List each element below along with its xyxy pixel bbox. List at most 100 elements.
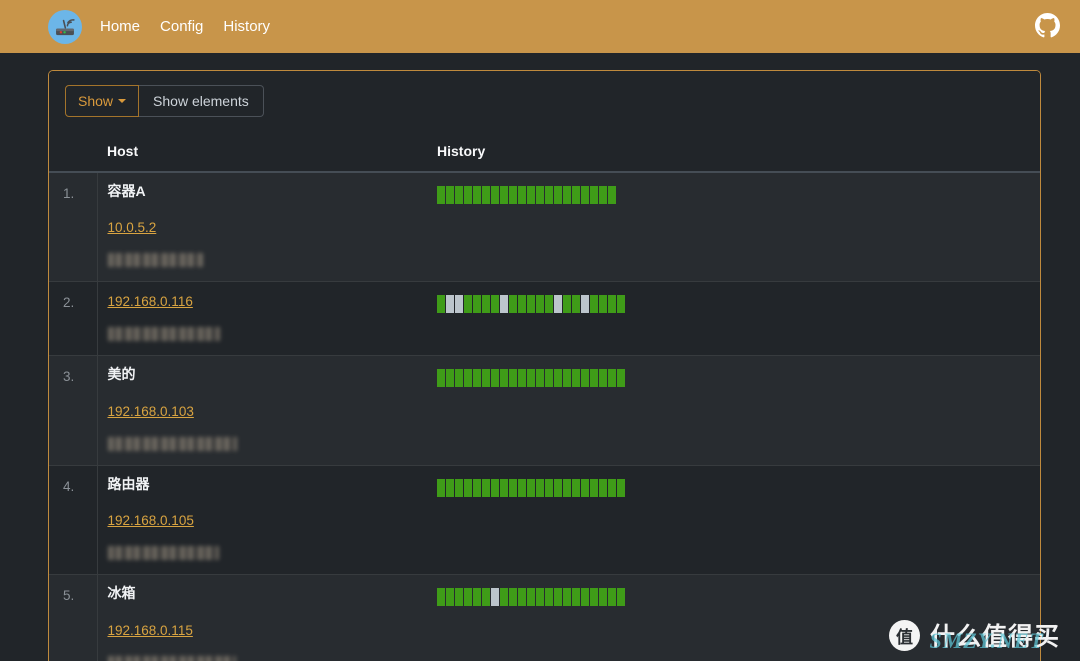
history-cell-up[interactable] xyxy=(527,369,535,387)
history-cell-up[interactable] xyxy=(590,479,598,497)
history-cell-up[interactable] xyxy=(455,186,463,204)
history-cell-up[interactable] xyxy=(491,369,499,387)
history-cell-up[interactable] xyxy=(482,295,490,313)
history-cell-unknown[interactable] xyxy=(554,295,562,313)
history-cell-up[interactable] xyxy=(482,479,490,497)
history-cell-up[interactable] xyxy=(509,369,517,387)
history-cell-up[interactable] xyxy=(464,295,472,313)
history-cell-up[interactable] xyxy=(590,186,598,204)
history-cell-up[interactable] xyxy=(572,369,580,387)
history-cell-up[interactable] xyxy=(437,369,445,387)
history-cell-up[interactable] xyxy=(437,295,445,313)
history-cell-up[interactable] xyxy=(509,295,517,313)
history-cell-up[interactable] xyxy=(617,588,625,606)
history-cell-up[interactable] xyxy=(464,369,472,387)
history-cell-up[interactable] xyxy=(518,186,526,204)
history-cell-up[interactable] xyxy=(464,479,472,497)
history-cell-unknown[interactable] xyxy=(455,295,463,313)
history-cell-up[interactable] xyxy=(527,479,535,497)
history-cell-up[interactable] xyxy=(446,186,454,204)
host-ip-link[interactable]: 10.0.5.2 xyxy=(108,220,157,235)
nav-link-history[interactable]: History xyxy=(223,19,270,34)
history-cell-up[interactable] xyxy=(509,588,517,606)
history-cell-up[interactable] xyxy=(500,186,508,204)
history-cell-up[interactable] xyxy=(437,588,445,606)
history-cell-unknown[interactable] xyxy=(581,295,589,313)
history-cell-up[interactable] xyxy=(617,369,625,387)
history-cell-up[interactable] xyxy=(608,479,616,497)
history-cell-up[interactable] xyxy=(554,479,562,497)
history-cell-up[interactable] xyxy=(572,479,580,497)
history-cell-up[interactable] xyxy=(518,295,526,313)
nav-link-home[interactable]: Home xyxy=(100,19,140,34)
history-cell-up[interactable] xyxy=(536,369,544,387)
history-cell-up[interactable] xyxy=(545,479,553,497)
history-cell-up[interactable] xyxy=(518,369,526,387)
history-cell-up[interactable] xyxy=(590,295,598,313)
history-cell-up[interactable] xyxy=(464,588,472,606)
history-cell-up[interactable] xyxy=(446,479,454,497)
history-cell-unknown[interactable] xyxy=(446,295,454,313)
host-ip-link[interactable]: 192.168.0.103 xyxy=(108,404,194,419)
history-cell-unknown[interactable] xyxy=(500,295,508,313)
router-wifi-icon[interactable] xyxy=(48,10,82,44)
history-cell-up[interactable] xyxy=(563,479,571,497)
history-cell-up[interactable] xyxy=(545,588,553,606)
nav-link-config[interactable]: Config xyxy=(160,19,203,34)
history-cell-up[interactable] xyxy=(581,588,589,606)
history-cell-up[interactable] xyxy=(482,369,490,387)
history-cell-up[interactable] xyxy=(491,186,499,204)
history-cell-up[interactable] xyxy=(500,369,508,387)
history-cell-up[interactable] xyxy=(473,479,481,497)
history-cell-up[interactable] xyxy=(446,369,454,387)
history-cell-up[interactable] xyxy=(527,295,535,313)
history-cell-up[interactable] xyxy=(473,186,481,204)
history-cell-up[interactable] xyxy=(545,186,553,204)
show-dropdown-button[interactable]: Show xyxy=(65,85,139,117)
history-cell-up[interactable] xyxy=(491,295,499,313)
history-cell-up[interactable] xyxy=(455,479,463,497)
history-cell-up[interactable] xyxy=(518,588,526,606)
history-cell-up[interactable] xyxy=(536,295,544,313)
history-cell-up[interactable] xyxy=(581,369,589,387)
history-cell-up[interactable] xyxy=(545,369,553,387)
history-cell-up[interactable] xyxy=(545,295,553,313)
history-cell-up[interactable] xyxy=(581,186,589,204)
history-cell-unknown[interactable] xyxy=(491,588,499,606)
history-cell-up[interactable] xyxy=(608,295,616,313)
history-cell-up[interactable] xyxy=(473,295,481,313)
history-cell-up[interactable] xyxy=(482,186,490,204)
history-cell-up[interactable] xyxy=(608,588,616,606)
history-cell-up[interactable] xyxy=(599,186,607,204)
history-cell-up[interactable] xyxy=(590,369,598,387)
history-cell-up[interactable] xyxy=(617,295,625,313)
history-cell-up[interactable] xyxy=(527,186,535,204)
host-ip-link[interactable]: 192.168.0.105 xyxy=(108,513,194,528)
history-cell-up[interactable] xyxy=(536,588,544,606)
history-cell-up[interactable] xyxy=(437,186,445,204)
history-cell-up[interactable] xyxy=(608,186,616,204)
history-cell-up[interactable] xyxy=(500,588,508,606)
history-cell-up[interactable] xyxy=(572,295,580,313)
history-cell-up[interactable] xyxy=(482,588,490,606)
history-cell-up[interactable] xyxy=(536,479,544,497)
history-cell-up[interactable] xyxy=(509,186,517,204)
history-cell-up[interactable] xyxy=(554,186,562,204)
history-cell-up[interactable] xyxy=(599,479,607,497)
show-elements-button[interactable]: Show elements xyxy=(139,85,264,117)
history-cell-up[interactable] xyxy=(554,369,562,387)
history-cell-up[interactable] xyxy=(563,588,571,606)
history-cell-up[interactable] xyxy=(473,369,481,387)
history-cell-up[interactable] xyxy=(473,588,481,606)
history-cell-up[interactable] xyxy=(509,479,517,497)
history-cell-up[interactable] xyxy=(590,588,598,606)
history-cell-up[interactable] xyxy=(572,186,580,204)
history-cell-up[interactable] xyxy=(527,588,535,606)
history-cell-up[interactable] xyxy=(599,369,607,387)
history-cell-up[interactable] xyxy=(563,186,571,204)
history-cell-up[interactable] xyxy=(437,479,445,497)
history-cell-up[interactable] xyxy=(455,588,463,606)
history-cell-up[interactable] xyxy=(617,479,625,497)
history-cell-up[interactable] xyxy=(536,186,544,204)
history-cell-up[interactable] xyxy=(500,479,508,497)
